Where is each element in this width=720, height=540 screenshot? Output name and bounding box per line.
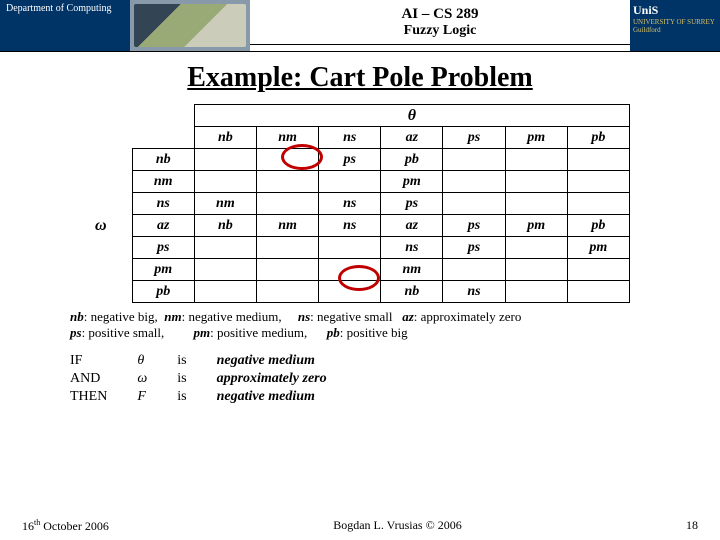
dept-banner: Department of Computing	[0, 0, 130, 51]
uni-sub2: Guildford	[633, 26, 717, 34]
slide-footer: 16th October 2006 Bogdan L. Vrusias © 20…	[0, 518, 720, 534]
col-pm: pm	[505, 127, 567, 149]
col-ns: ns	[319, 127, 381, 149]
course-topic: Fuzzy Logic	[404, 23, 477, 39]
footer-author: Bogdan L. Vrusias © 2006	[333, 518, 462, 534]
uni-name: UniS	[633, 3, 717, 18]
slide-header: Department of Computing AI – CS 289 Fuzz…	[0, 0, 720, 52]
row-ns-label: ns	[132, 193, 194, 215]
slide-title: Example: Cart Pole Problem	[0, 62, 720, 94]
row-nb-label: nb	[132, 149, 194, 171]
col-ps: ps	[443, 127, 505, 149]
row-ps-label: ps	[132, 237, 194, 259]
col-nm: nm	[256, 127, 318, 149]
example-rule: IF AND THEN θ ω F is is is negative medi…	[70, 352, 670, 407]
row-pb-label: pb	[132, 281, 194, 303]
row-nm-label: nm	[132, 171, 194, 193]
col-az: az	[381, 127, 443, 149]
university-logo: UniS UNIVERSITY OF SURREY Guildford	[630, 0, 720, 51]
header-photo	[130, 0, 250, 51]
omega-header: ω	[70, 149, 132, 303]
content: θ nb nm ns az ps pm pb ω nb ps pb nm pm n…	[0, 94, 720, 406]
col-pb: pb	[567, 127, 629, 149]
row-az-label: az	[132, 215, 194, 237]
header-center: AI – CS 289 Fuzzy Logic	[250, 0, 630, 51]
legend: nb: negative big, nm: negative medium, n…	[70, 309, 670, 342]
footer-page: 18	[686, 518, 698, 534]
row-pm-label: pm	[132, 259, 194, 281]
footer-date: 16th October 2006	[22, 518, 109, 534]
col-nb: nb	[194, 127, 256, 149]
fuzzy-rule-table: θ nb nm ns az ps pm pb ω nb ps pb nm pm n…	[70, 104, 630, 303]
theta-header: θ	[194, 105, 629, 127]
course-code: AI – CS 289	[401, 6, 478, 23]
uni-sub1: UNIVERSITY OF SURREY	[633, 18, 717, 26]
